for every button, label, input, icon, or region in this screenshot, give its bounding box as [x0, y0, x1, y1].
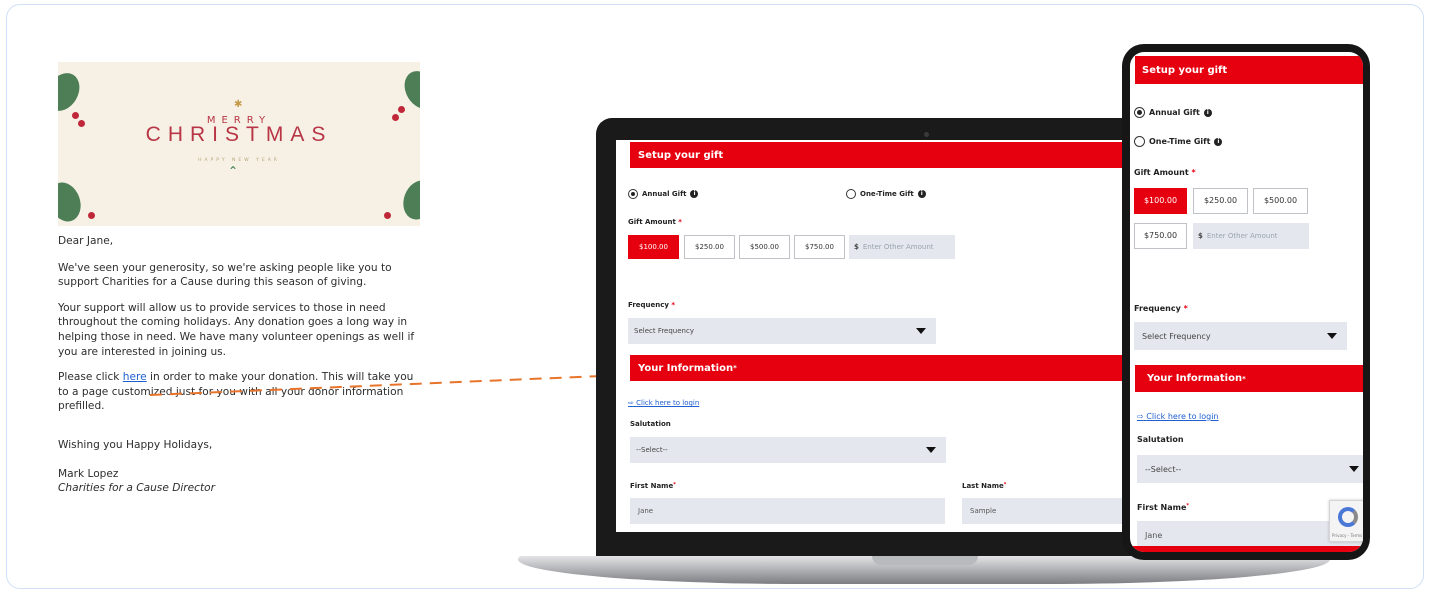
setup-gift-title: Setup your gift: [638, 149, 724, 161]
recaptcha-icon: [1338, 507, 1358, 527]
salutation-select[interactable]: --Select--: [630, 437, 946, 463]
last-name-value: Sample: [970, 507, 997, 515]
frequency-value: Select Frequency: [1142, 331, 1211, 341]
login-link-label: Click here to login: [1146, 412, 1219, 421]
info-icon: i: [1214, 137, 1223, 146]
email-sender-name: Mark Lopez: [58, 467, 119, 480]
amount-button-100[interactable]: $100.00: [1134, 188, 1187, 214]
radio-selected-icon: [1134, 107, 1145, 118]
login-icon: ⇨: [628, 399, 634, 407]
phone-bottom-bar: [1130, 546, 1363, 552]
email-greeting: Dear Jane,: [58, 235, 114, 247]
your-information-title: Your Information: [1147, 373, 1243, 384]
frequency-label: Frequency *: [1134, 304, 1188, 313]
amount-button-100[interactable]: $100.00: [628, 235, 679, 259]
annual-gift-radio[interactable]: Annual Gift i: [1134, 107, 1212, 118]
amount-button-500[interactable]: $500.00: [1253, 188, 1308, 214]
salutation-label: Salutation: [630, 420, 671, 428]
annual-gift-radio[interactable]: Annual Gift i: [628, 189, 699, 199]
email-paragraph-2: Your support will allow us to provide se…: [58, 301, 415, 358]
annual-gift-label: Annual Gift: [642, 190, 687, 198]
other-amount-placeholder: Enter Other Amount: [862, 243, 934, 251]
frequency-label: Frequency *: [628, 301, 676, 309]
setup-gift-header: Setup your gift: [1135, 56, 1363, 84]
other-amount-placeholder: Enter Other Amount: [1206, 232, 1278, 240]
setup-gift-title: Setup your gift: [1142, 64, 1228, 76]
other-amount-input[interactable]: $ Enter Other Amount: [849, 235, 955, 259]
setup-gift-header: Setup your gift: [630, 142, 1176, 168]
first-name-value: Jane: [1145, 530, 1163, 540]
one-time-gift-radio[interactable]: One-Time Gift i: [846, 189, 926, 199]
your-information-header: Your Information *: [1135, 365, 1363, 392]
annual-gift-label: Annual Gift: [1149, 108, 1200, 117]
your-information-title: Your Information: [638, 362, 734, 374]
gift-amount-label: Gift Amount *: [1134, 168, 1196, 177]
ornament-star-icon: ✱: [234, 99, 243, 110]
chevron-down-icon: [1349, 466, 1359, 472]
info-icon: i: [1203, 108, 1212, 117]
info-icon: i: [917, 190, 926, 198]
email-paragraph-1: We've seen your generosity, so we're ask…: [58, 261, 392, 289]
radio-unselected-icon: [846, 189, 856, 199]
login-link[interactable]: ⇨ Click here to login: [628, 399, 699, 407]
other-amount-input[interactable]: $ Enter Other Amount: [1193, 223, 1309, 249]
phone-screen-form: Setup your gift Annual Gift i One-Time G…: [1130, 52, 1363, 552]
dashed-connector: [150, 375, 602, 396]
email-closing: Wishing you Happy Holidays,: [58, 438, 213, 451]
radio-selected-icon: [628, 189, 638, 199]
amount-button-250[interactable]: $250.00: [1193, 188, 1248, 214]
tree-icon: ⌃: [228, 164, 239, 178]
banner-new-year: HAPPY NEW YEAR: [198, 158, 280, 163]
your-information-header: Your Information *: [630, 355, 1176, 381]
login-link-label: Click here to login: [636, 399, 700, 407]
one-time-gift-label: One-Time Gift: [860, 190, 914, 198]
currency-symbol: $: [1198, 232, 1203, 240]
chevron-down-icon: [1327, 333, 1337, 339]
christmas-banner: ✱ MERRY CHRISTMAS HAPPY NEW YEAR ⌃: [58, 62, 420, 226]
email-p3-before: Please click: [58, 371, 123, 384]
amount-button-750[interactable]: $750.00: [794, 235, 845, 259]
radio-unselected-icon: [1134, 136, 1145, 147]
email-sender-title: Charities for a Cause Director: [58, 482, 215, 495]
chevron-down-icon: [926, 447, 936, 453]
recaptcha-badge[interactable]: Privacy - Terms: [1329, 500, 1363, 542]
gift-amount-label: Gift Amount *: [628, 218, 682, 226]
laptop-screen-form: Setup your gift Annual Gift i One-Time G…: [616, 140, 1176, 532]
first-name-label: First Name*: [630, 482, 676, 490]
laptop-notch: [872, 556, 978, 565]
frequency-select[interactable]: Select Frequency: [1134, 322, 1347, 350]
amount-button-250[interactable]: $250.00: [684, 235, 735, 259]
currency-symbol: $: [854, 243, 859, 251]
email-preview: ✱ MERRY CHRISTMAS HAPPY NEW YEAR ⌃ Dear …: [58, 62, 420, 507]
first-name-label: First Name*: [1137, 503, 1190, 512]
salutation-select[interactable]: --Select--: [1137, 455, 1363, 483]
frequency-select[interactable]: Select Frequency: [628, 318, 936, 344]
one-time-gift-radio[interactable]: One-Time Gift i: [1134, 136, 1223, 147]
amount-button-750[interactable]: $750.00: [1134, 223, 1187, 249]
login-link[interactable]: ⇨ Click here to login: [1137, 412, 1219, 421]
laptop-camera: [924, 132, 929, 137]
banner-christmas: CHRISTMAS: [145, 123, 333, 146]
info-icon: i: [690, 190, 699, 198]
recaptcha-text: Privacy - Terms: [1332, 533, 1363, 538]
login-icon: ⇨: [1137, 412, 1144, 421]
first-name-value: Jane: [638, 507, 654, 515]
last-name-label: Last Name*: [962, 482, 1007, 490]
amount-button-500[interactable]: $500.00: [739, 235, 790, 259]
chevron-down-icon: [916, 328, 926, 334]
one-time-gift-label: One-Time Gift: [1149, 137, 1211, 146]
salutation-value: --Select--: [636, 446, 668, 454]
salutation-value: --Select--: [1145, 464, 1182, 474]
frequency-value: Select Frequency: [634, 327, 694, 335]
salutation-label: Salutation: [1137, 435, 1184, 444]
first-name-input[interactable]: Jane: [630, 498, 945, 524]
donation-link[interactable]: here: [123, 371, 147, 383]
